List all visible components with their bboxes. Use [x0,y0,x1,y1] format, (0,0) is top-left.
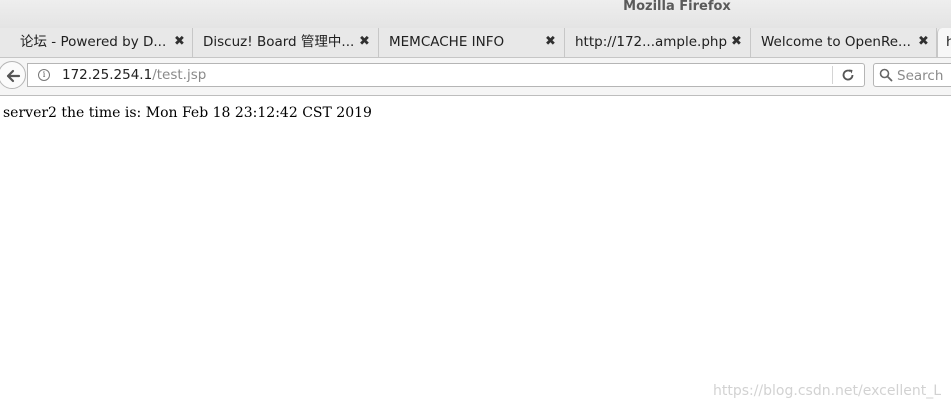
tab-openresty[interactable]: Welcome to OpenRe... ✖ [751,28,937,57]
tab-title: Welcome to OpenRe... [761,34,911,50]
tab-title: h [946,34,951,50]
url-text[interactable]: 172.25.254.1/test.jsp [62,66,206,84]
back-arrow-icon [6,69,21,83]
window-title: Mozilla Firefox [623,0,731,14]
url-bar[interactable]: i 172.25.254.1/test.jsp [27,63,865,87]
tab-title: 论坛 - Powered by D... [20,34,167,50]
search-icon [879,68,893,82]
tab-strip: 论坛 - Powered by D... ✖ Discuz! Board 管理中… [0,28,951,58]
close-icon[interactable]: ✖ [545,33,556,51]
close-icon[interactable]: ✖ [918,33,929,51]
tab-discuz-admin[interactable]: Discuz! Board 管理中... ✖ [193,28,379,57]
info-icon[interactable]: i [38,69,50,81]
close-icon[interactable]: ✖ [174,33,185,51]
navigation-toolbar: i 172.25.254.1/test.jsp Search [0,58,951,96]
tab-memcache-info[interactable]: MEMCACHE INFO ✖ [379,28,565,57]
tab-example-php[interactable]: http://172...ample.php ✖ [565,28,751,57]
search-placeholder: Search [897,68,944,84]
close-icon[interactable]: ✖ [359,33,370,51]
reload-icon[interactable] [840,67,856,83]
url-host: 172.25.254.1 [62,67,153,83]
url-divider [832,66,833,84]
tab-title: Discuz! Board 管理中... [203,34,355,50]
page-body-text: server2 the time is: Mon Feb 18 23:12:42… [3,105,372,121]
back-button[interactable] [0,61,26,89]
search-bar[interactable]: Search [873,63,951,87]
tab-forum[interactable]: 论坛 - Powered by D... ✖ [0,28,193,57]
url-path: /test.jsp [152,67,207,83]
window-titlebar: Mozilla Firefox [0,0,951,28]
tab-title: MEMCACHE INFO [389,34,505,50]
watermark: https://blog.csdn.net/excellent_L [712,383,941,399]
tab-active[interactable]: h [937,28,951,57]
close-icon[interactable]: ✖ [731,33,742,51]
tab-title: http://172...ample.php [575,34,728,50]
